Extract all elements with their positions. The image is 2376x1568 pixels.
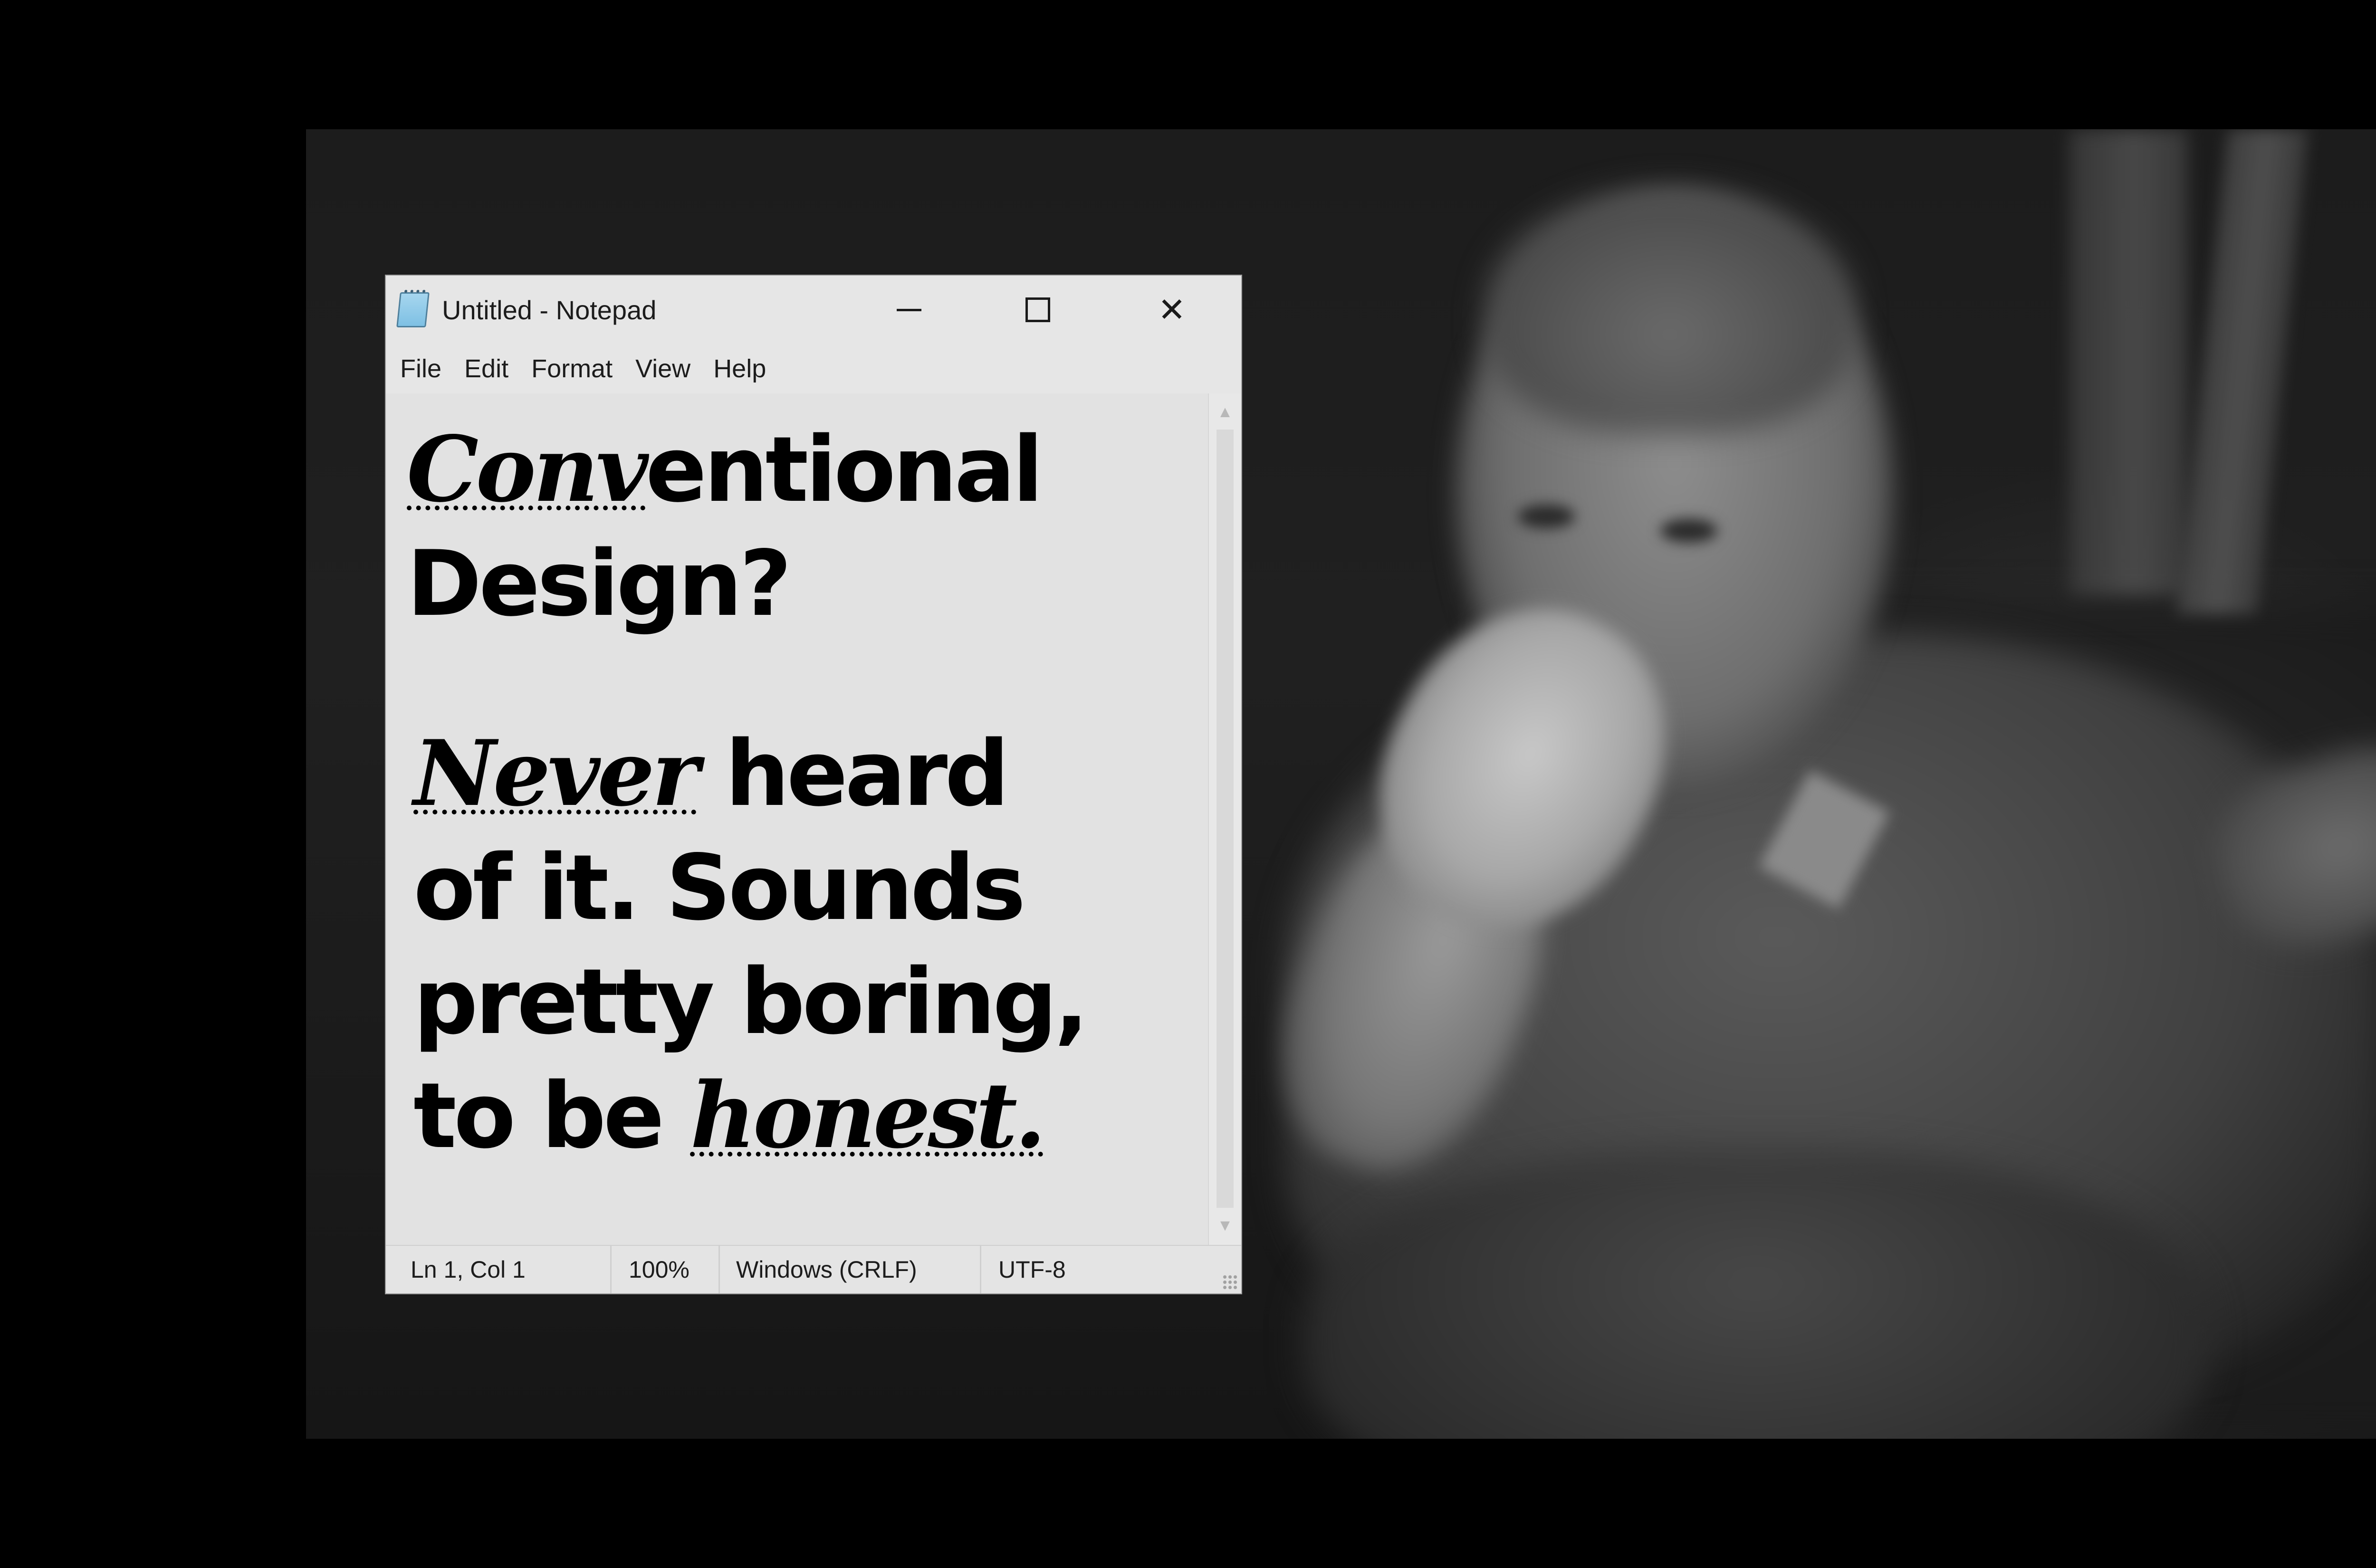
photo-window-frame-2 (2176, 129, 2309, 614)
vertical-scrollbar[interactable]: ▲ ▼ (1208, 393, 1241, 1245)
menu-view[interactable]: View (627, 344, 705, 393)
menu-help[interactable]: Help (705, 344, 780, 393)
photo-child-hair (1485, 186, 1855, 433)
line-endings: Windows (CRLF) (719, 1246, 980, 1293)
decorative-text: Conv (407, 416, 648, 522)
photo-child-legs (1304, 1151, 2207, 1439)
text-line: Design? (407, 526, 792, 641)
window-title: Untitled - Notepad (442, 295, 657, 325)
plain-text: pretty boring, (413, 949, 1089, 1054)
plain-text: heard (696, 721, 1009, 826)
scroll-up-icon[interactable]: ▲ (1217, 404, 1233, 420)
editor: Conventional Design? Never heard of it. … (386, 393, 1241, 1245)
menu-format[interactable]: Format (523, 344, 627, 393)
scrollbar-track[interactable] (1217, 430, 1234, 1208)
photo-window-frame (2069, 129, 2188, 595)
plain-text: entional (645, 417, 1044, 522)
status-bar: Ln 1, Col 1 100% Windows (CRLF) UTF-8 (386, 1245, 1241, 1293)
menu-edit[interactable]: Edit (456, 344, 523, 393)
minimize-icon (897, 308, 921, 311)
decorative-text: Never (413, 720, 699, 826)
photo-child-eye-right (1660, 519, 1717, 543)
zoom-level: 100% (610, 1246, 719, 1293)
maximize-button[interactable] (973, 276, 1102, 344)
text-line: Never heard (413, 717, 1009, 831)
close-button[interactable]: ✕ (1102, 276, 1241, 344)
photo-child-eye-left (1518, 505, 1575, 528)
close-icon: ✕ (1158, 291, 1186, 328)
plain-text: of it. Sounds (413, 835, 1026, 940)
menu-file[interactable]: File (392, 344, 456, 393)
plain-text: to be (413, 1063, 690, 1168)
title-bar[interactable]: Untitled - Notepad ✕ (386, 276, 1241, 344)
cursor-position: Ln 1, Col 1 (411, 1256, 526, 1283)
text-area[interactable]: Conventional Design? Never heard of it. … (386, 393, 1208, 1245)
text-line: Conventional (407, 412, 1044, 527)
plain-text: Design? (407, 531, 792, 636)
scroll-down-icon[interactable]: ▼ (1217, 1217, 1233, 1233)
notepad-window: Untitled - Notepad ✕ File Edit Format Vi… (386, 276, 1241, 1293)
resize-grip-icon[interactable] (1222, 1274, 1238, 1291)
minimize-button[interactable] (845, 276, 973, 344)
notepad-icon (396, 292, 430, 327)
encoding: UTF-8 (980, 1246, 1241, 1293)
text-line: to be honest. (413, 1059, 1046, 1173)
text-line: of it. Sounds (413, 831, 1026, 945)
text-line: pretty boring, (413, 945, 1089, 1059)
menu-bar: File Edit Format View Help (386, 344, 1241, 393)
maximize-icon (1025, 297, 1050, 322)
decorative-text: honest. (690, 1062, 1046, 1168)
